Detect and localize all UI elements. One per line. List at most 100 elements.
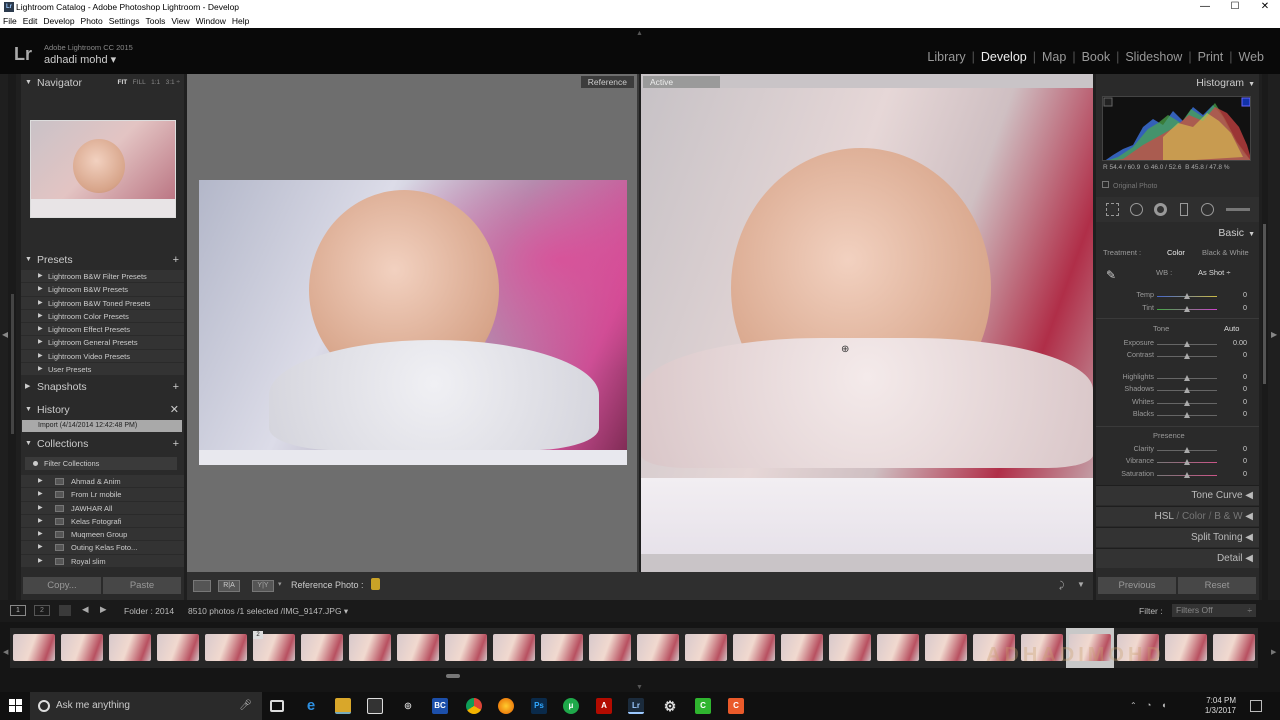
- zoom-fit[interactable]: FIT: [118, 79, 128, 86]
- slider-knob[interactable]: [1184, 375, 1190, 381]
- menu-window[interactable]: Window: [193, 15, 229, 26]
- slider-knob[interactable]: [1184, 293, 1190, 299]
- filmstrip-thumbnail[interactable]: [826, 628, 874, 668]
- split-toning-header[interactable]: Split Toning ◀: [1096, 527, 1259, 547]
- add-snapshot-icon[interactable]: +: [173, 379, 179, 395]
- primary-window-button[interactable]: 1: [10, 605, 26, 616]
- filmstrip-thumbnail[interactable]: [202, 628, 250, 668]
- snapshots-header[interactable]: ▶ Snapshots +: [21, 379, 184, 395]
- cortana-search-box[interactable]: Ask me anything 🎤︎: [30, 692, 262, 720]
- settings-gear-icon[interactable]: ⚙: [662, 698, 678, 714]
- lightroom-taskbar-icon[interactable]: Lr: [628, 698, 644, 714]
- slider-value[interactable]: 0: [1243, 397, 1247, 406]
- filmstrip-thumbnail[interactable]: [58, 628, 106, 668]
- list-item[interactable]: ▶ Kelas Fotografi: [21, 514, 184, 529]
- list-item[interactable]: ▶ Ahmad & Anim: [21, 475, 184, 489]
- microphone-icon[interactable]: 🎤︎: [239, 692, 252, 720]
- filmstrip-thumbnail[interactable]: [10, 628, 58, 668]
- color-tab[interactable]: Color: [1182, 511, 1206, 522]
- app-bc-icon[interactable]: BC: [432, 698, 448, 714]
- action-center-icon[interactable]: [1250, 700, 1262, 712]
- slider-value[interactable]: 0: [1243, 303, 1247, 312]
- filmstrip-thumbnail[interactable]: [634, 628, 682, 668]
- list-item[interactable]: ▶ Outing Kelas Foto...: [21, 541, 184, 555]
- folder-source[interactable]: Folder : 2014: [124, 606, 174, 616]
- right-panel-scrollbar[interactable]: [1262, 74, 1268, 600]
- contrast-slider[interactable]: Contrast 0: [1096, 350, 1259, 363]
- saturation-slider[interactable]: Saturation 0: [1096, 469, 1259, 482]
- white-balance-eyedropper-icon[interactable]: ✎: [1106, 268, 1122, 284]
- toolbar-options-icon[interactable]: ▼: [1077, 580, 1085, 589]
- slider-value[interactable]: 0: [1243, 409, 1247, 418]
- slider-value[interactable]: 0: [1243, 456, 1247, 465]
- list-item[interactable]: ▶ Muqmeen Group: [21, 528, 184, 542]
- filmstrip-thumbnail[interactable]: [922, 628, 970, 668]
- slider-knob[interactable]: [1184, 472, 1190, 478]
- module-print[interactable]: Print: [1192, 50, 1230, 64]
- photo-count[interactable]: 8510 photos /1 selected /IMG_9147.JPG ▾: [188, 606, 348, 617]
- spot-removal-tool-icon[interactable]: [1130, 203, 1143, 216]
- slider-knob[interactable]: [1184, 306, 1190, 312]
- copy-settings-button[interactable]: Copy...: [23, 577, 101, 594]
- filmstrip-thumbnail[interactable]: [346, 628, 394, 668]
- back-arrow-icon[interactable]: ◀: [82, 604, 89, 615]
- list-item[interactable]: ▶ Lightroom Video Presets: [21, 349, 184, 364]
- original-photo-checkbox[interactable]: Original Photo: [1102, 181, 1157, 190]
- treatment-color[interactable]: Color: [1167, 248, 1185, 257]
- filmstrip-thumbnail[interactable]: [778, 628, 826, 668]
- menu-settings[interactable]: Settings: [106, 15, 143, 26]
- show-hidden-icons[interactable]: ⌃: [1130, 701, 1137, 710]
- list-item[interactable]: ▶ Lightroom B&W Presets: [21, 283, 184, 297]
- before-after-view-icon[interactable]: Y|Y: [252, 580, 274, 592]
- crop-tool-icon[interactable]: [1106, 203, 1119, 216]
- bw-tab[interactable]: B & W: [1214, 511, 1242, 522]
- navigator-preview[interactable]: [30, 120, 176, 218]
- menu-help[interactable]: Help: [229, 15, 252, 26]
- module-map[interactable]: Map: [1036, 50, 1072, 64]
- module-develop[interactable]: Develop: [975, 50, 1033, 64]
- zoom-fill[interactable]: FILL: [133, 79, 146, 86]
- view-dropdown-icon[interactable]: ▾: [278, 580, 282, 588]
- hsl-tab[interactable]: HSL: [1155, 511, 1174, 522]
- collapse-top-icon[interactable]: ▲: [636, 30, 643, 37]
- filmstrip-thumbnail[interactable]: [586, 628, 634, 668]
- list-item[interactable]: ▶ Lightroom Color Presets: [21, 309, 184, 324]
- filmstrip-thumbnail[interactable]: [298, 628, 346, 668]
- camtasia-icon[interactable]: C: [695, 698, 711, 714]
- toolbar-content-icon[interactable]: ⤸: [1059, 580, 1064, 591]
- grid-view-icon[interactable]: [59, 605, 71, 616]
- filmstrip-left-arrow-icon[interactable]: ◀: [3, 648, 8, 656]
- hsl-header[interactable]: HSL / Color / B & W ◀: [1096, 506, 1259, 526]
- module-book[interactable]: Book: [1076, 50, 1117, 64]
- edge-browser-icon[interactable]: e: [303, 698, 319, 714]
- collapse-right-icon[interactable]: ▶: [1271, 330, 1277, 339]
- clear-history-icon[interactable]: ✕: [170, 402, 179, 418]
- collapse-bottom-icon[interactable]: ▼: [636, 684, 643, 691]
- adjustment-brush-icon[interactable]: [1226, 208, 1250, 211]
- file-explorer-icon[interactable]: [335, 698, 351, 714]
- forward-arrow-icon[interactable]: ▶: [100, 604, 107, 615]
- red-eye-tool-icon[interactable]: [1154, 203, 1167, 216]
- filmstrip-thumbnail[interactable]: [154, 628, 202, 668]
- filmstrip-thumbnail[interactable]: [394, 628, 442, 668]
- histogram-header[interactable]: Histogram ▼: [1196, 77, 1255, 89]
- list-item[interactable]: ▶ Lightroom B&W Filter Presets: [21, 270, 184, 284]
- chrome-icon[interactable]: [466, 698, 482, 714]
- slider-knob[interactable]: [1184, 341, 1190, 347]
- loupe-view-icon[interactable]: [193, 580, 211, 592]
- list-item[interactable]: ▶ User Presets: [21, 363, 184, 377]
- menu-view[interactable]: View: [168, 15, 192, 26]
- slider-knob[interactable]: [1184, 387, 1190, 393]
- module-slideshow[interactable]: Slideshow: [1119, 50, 1188, 64]
- detail-header[interactable]: Detail ◀: [1096, 548, 1259, 568]
- close-icon[interactable]: ✕: [1250, 0, 1280, 14]
- shadows-slider[interactable]: Shadows 0: [1096, 384, 1259, 397]
- slider-value[interactable]: 0: [1243, 350, 1247, 359]
- wb-select[interactable]: As Shot ÷: [1198, 268, 1230, 277]
- treatment-bw[interactable]: Black & White: [1202, 248, 1249, 257]
- blacks-slider[interactable]: Blacks 0: [1096, 409, 1259, 422]
- paste-settings-button[interactable]: Paste: [103, 577, 181, 594]
- volume-icon[interactable]: ◖: [1161, 700, 1166, 710]
- histogram-graph[interactable]: [1102, 96, 1251, 161]
- list-item[interactable]: ▶ Royal slim: [21, 554, 184, 569]
